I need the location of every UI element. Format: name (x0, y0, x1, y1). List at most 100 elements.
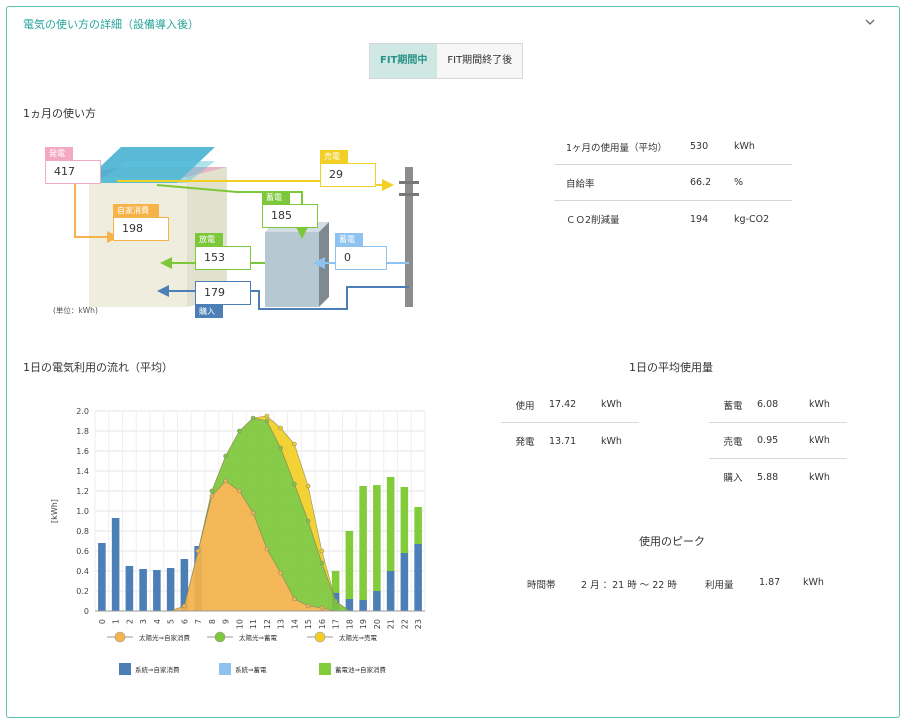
x-tick-label: 1 (112, 619, 121, 624)
avg-value: 6.08 (757, 399, 779, 410)
bar (386, 477, 395, 571)
flow-purchase-label: 購入 (195, 305, 223, 318)
flow-generation-value: 417 (45, 160, 101, 184)
peak-usage-label: 利用量 (705, 580, 734, 591)
area-point (278, 445, 283, 451)
peak-usage-value: 1.87 (759, 577, 781, 588)
avg-value: 0.95 (757, 435, 779, 446)
flow-self-consumption-label: 自家消費 (113, 204, 159, 217)
stat-label: ＣＯ2削減量 (566, 215, 620, 226)
bar (400, 553, 409, 611)
x-tick-label: 5 (167, 619, 176, 624)
flow-stored-grid-label: 蓄電 (335, 233, 363, 246)
area-point (305, 483, 311, 489)
flow-self-consumption: 自家消費 198 (113, 204, 169, 241)
legend-label: 系統⇒自家消費 (135, 665, 180, 674)
daily-avg-right: 蓄電 6.08 kWh 売電 0.95 kWh 購入 5.88 kWh (709, 387, 847, 495)
area-point (333, 598, 338, 604)
bar (359, 486, 367, 600)
stat-value: 66.2 (690, 177, 712, 188)
flow-purchase: 179 購入 (195, 281, 251, 318)
flow-generation: 発電 417 (45, 147, 101, 184)
legend-label: 太陽光⇒蓄電 (239, 633, 277, 642)
avg-value: 17.42 (549, 399, 577, 410)
x-tick-label: 18 (345, 619, 354, 629)
area-point (264, 546, 270, 552)
bar (373, 591, 381, 611)
bar (359, 600, 367, 611)
x-tick-label: 15 (304, 619, 313, 629)
flow-generation-label: 発電 (45, 147, 73, 160)
flow-stored-solar-label: 蓄電 (262, 191, 290, 204)
bar (400, 487, 409, 553)
area-point (237, 428, 242, 434)
legend-label: 蓄電池⇒自家消費 (335, 665, 386, 674)
tab-fit-ended[interactable]: FIT期間終了後 (437, 44, 523, 78)
flow-purchase-value: 179 (195, 281, 251, 305)
usage-detail-card: 電気の使い方の詳細（設備導入後） FIT期間中 FIT期間終了後 1ヵ月の使い方 (6, 6, 900, 718)
daily-avg-left: 使用 17.42 kWh 発電 13.71 kWh (501, 387, 639, 459)
avg-value: 5.88 (757, 471, 779, 483)
chevron-down-icon[interactable] (863, 15, 877, 29)
monthly-stats-table: 1ヶ月の使用量（平均） 530 kWh 自給率 66.2 % ＣＯ2削減量 19… (554, 129, 792, 237)
daily-section-title: 1日の電気利用の流れ（平均） (23, 361, 173, 374)
x-tick-label: 20 (373, 619, 382, 629)
x-tick-label: 17 (332, 619, 341, 629)
x-tick-label: 19 (359, 619, 368, 629)
area-point (319, 560, 325, 566)
tab-fit-active[interactable]: FIT期間中 (370, 44, 438, 78)
stat-value: 530 (690, 141, 709, 152)
legend-swatch (319, 663, 331, 675)
legend-label: 太陽光⇒売電 (339, 633, 377, 642)
avg-unit: kWh (601, 435, 622, 447)
area-point (278, 425, 283, 431)
avg-unit: kWh (809, 399, 830, 410)
stat-unit: % (734, 177, 744, 188)
peak-title: 使用のピーク (639, 535, 705, 548)
bar (125, 566, 134, 611)
area-point (209, 488, 215, 494)
period-tabs: FIT期間中 FIT期間終了後 (369, 43, 524, 79)
flow-discharge-label: 放電 (195, 233, 223, 246)
peak-row: 時間帯 2 月 ：21 時 ～ 22 時 利用量 1.87 kWh (527, 577, 824, 591)
flow-discharge-value: 153 (195, 246, 251, 270)
x-tick-label: 10 (235, 619, 244, 629)
area-point (182, 603, 187, 609)
stat-unit: kWh (734, 141, 755, 152)
avg-row: 蓄電 6.08 kWh (709, 387, 847, 423)
avg-unit: kWh (601, 399, 622, 410)
area-point (292, 596, 297, 602)
y-tick-label: 0.6 (76, 547, 89, 556)
bar (373, 485, 381, 591)
x-tick-label: 6 (180, 619, 189, 624)
daily-avg-title: 1日の平均使用量 (629, 361, 713, 374)
area-point (292, 441, 297, 447)
card-title: 電気の使い方の詳細（設備導入後） (23, 18, 199, 31)
x-tick-label: 13 (277, 619, 286, 629)
bar (98, 543, 106, 611)
flow-sold: 売電 29 (320, 150, 376, 187)
y-tick-label: 0.2 (76, 587, 89, 596)
bar (414, 507, 422, 544)
peak-usage-unit: kWh (803, 577, 824, 588)
y-tick-label: 0 (84, 607, 89, 616)
x-tick-label: 12 (263, 619, 272, 629)
bar (166, 568, 175, 611)
x-tick-label: 2 (125, 619, 134, 624)
bar (331, 571, 340, 593)
avg-value: 13.71 (549, 435, 577, 447)
avg-row: 使用 17.42 kWh (501, 387, 639, 423)
y-tick-label: 0.8 (76, 527, 89, 536)
x-tick-label: 22 (400, 619, 409, 629)
stat-label: 1ヶ月の使用量（平均） (566, 142, 668, 154)
legend-label: 太陽光⇒自家消費 (139, 633, 190, 642)
y-tick-label: 1.0 (76, 507, 89, 516)
area-point (250, 510, 256, 516)
stat-row: 1ヶ月の使用量（平均） 530 kWh (554, 129, 792, 165)
y-tick-label: 1.8 (76, 427, 89, 436)
stat-label: 自給率 (566, 178, 595, 190)
legend-label: 系統⇒蓄電 (235, 665, 267, 674)
stat-value: 194 (690, 213, 709, 225)
bar (139, 569, 147, 611)
bar (414, 544, 422, 611)
